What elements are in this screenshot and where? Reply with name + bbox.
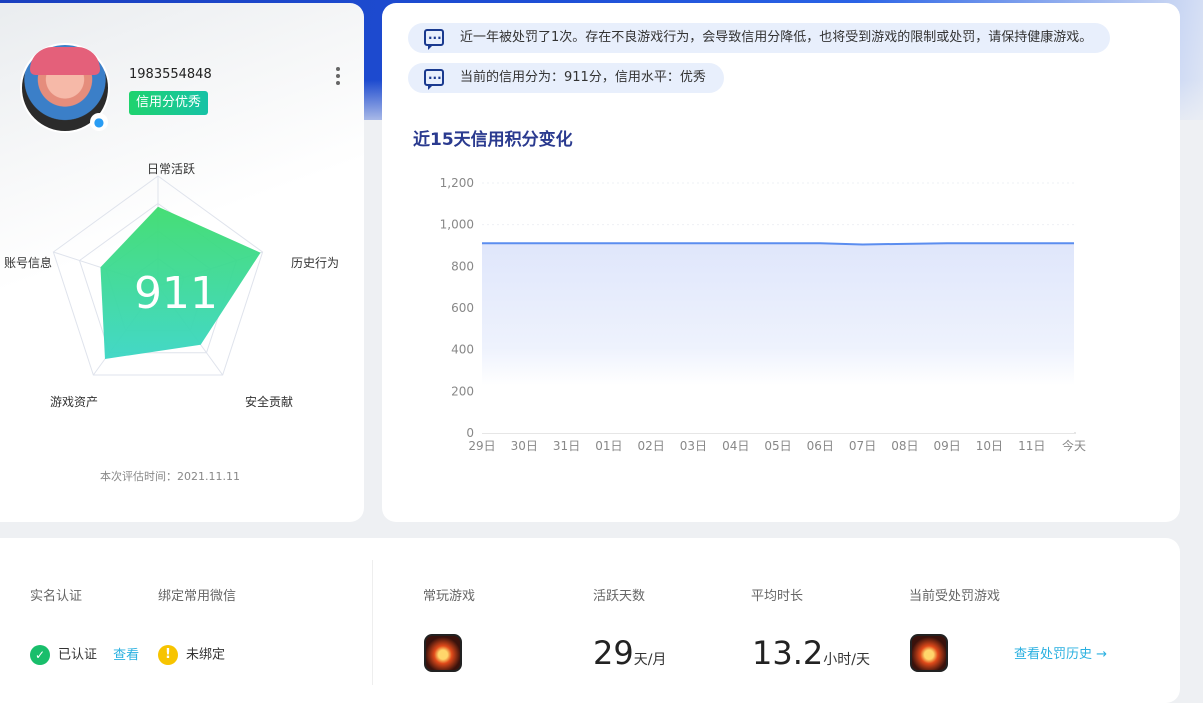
x-tick-label: 今天 [1062,438,1086,453]
x-tick-label: 10日 [976,439,1003,453]
credit-score: 911 [134,268,218,319]
message-icon [424,23,444,53]
frequent-game-icon[interactable] [424,634,462,672]
avg-time-unit: 小时/天 [823,652,870,668]
active-days-unit: 天/月 [633,652,667,668]
x-tick-label: 01日 [595,439,622,453]
user-id: 1983554848 [129,67,212,82]
section-divider [372,560,373,685]
radar-label-security: 安全贡献 [245,395,294,409]
radar-label-daily: 日常活跃 [147,162,196,176]
y-tick-label: 600 [451,301,474,315]
y-tick-label: 200 [451,384,474,398]
area-fill [482,243,1074,433]
avg-time-number: 13.2 [752,634,824,672]
x-tick-label: 02日 [638,439,665,453]
y-tick-label: 400 [451,343,474,357]
wechat-label: 绑定常用微信 [158,589,237,604]
current-score-notice-text: 当前的信用分为：911分，信用水平：优秀 [460,70,706,85]
realname-label: 实名认证 [30,589,83,604]
punished-game-label: 当前受处罚游戏 [909,589,1001,604]
unbound-text: 未绑定 [186,647,226,663]
y-tick-label: 800 [451,259,474,273]
avg-time-label: 平均时长 [751,589,804,604]
punished-game-icon[interactable] [910,634,948,672]
summary-card: 实名认证 绑定常用微信 ✓ 已认证 查看 ! 未绑定 常玩游戏 活跃天数 平均时长 … [0,538,1180,703]
x-tick-label: 08日 [891,439,918,453]
penalty-notice-text: 近一年被处罚了1次。存在不良游戏行为，会导致信用分降低，也将受到游戏的限制或处罚… [460,30,1093,45]
x-tick-label: 30日 [511,439,538,453]
frequent-game-label: 常玩游戏 [423,589,476,604]
x-tick-label: 09日 [934,439,961,453]
active-days-number: 29 [593,634,634,672]
evaluation-time: 本次评估时间：2021.11.11 [100,470,240,483]
x-tick-label: 31日 [553,439,580,453]
radar-label-account: 账号信息 [4,256,53,270]
penalty-notice: 近一年被处罚了1次。存在不良游戏行为，会导致信用分降低，也将受到游戏的限制或处罚… [408,23,1111,53]
y-tick-label: 0 [466,426,474,440]
credit-level-badge: 信用分优秀 [129,91,209,115]
credit-area-chart: 0 200 400 600 800 1,000 1,200 29日 30日 31日 01日 02日 03… [440,176,1086,453]
verified-text: 已认证 [58,647,98,663]
more-options-icon[interactable] [335,67,341,89]
penalty-history-link[interactable]: 查看处罚历史 → [1014,645,1107,665]
x-tick-label: 04日 [722,439,749,453]
radar-label-history: 历史行为 [291,256,340,270]
y-tick-label: 1,000 [440,218,474,232]
x-tick-label: 29日 [468,439,495,453]
x-tick-label: 05日 [764,439,791,453]
current-score-notice: 当前的信用分为：911分，信用水平：优秀 [408,63,724,93]
x-tick-label: 07日 [849,439,876,453]
active-days-label: 活跃天数 [593,589,646,604]
warning-icon: ! [158,645,178,665]
check-circle-icon: ✓ [30,645,50,665]
active-days-value: 29天/月 [593,634,666,672]
chart-title: 近15天信用积分变化 [413,130,573,150]
radar-label-assets: 游戏资产 [50,395,99,409]
credit-trend-card: 近一年被处罚了1次。存在不良游戏行为，会导致信用分降低，也将受到游戏的限制或处罚… [382,3,1180,522]
avg-time-value: 13.2小时/天 [752,634,870,672]
wechat-status: ! 未绑定 [158,645,225,665]
avatar-hat-decoration [30,47,100,75]
qq-icon: ● [90,113,108,131]
y-tick-label: 1,200 [440,176,474,190]
view-realname-link[interactable]: 查看 [113,648,139,663]
x-tick-label: 03日 [680,439,707,453]
x-tick-label: 11日 [1018,439,1045,453]
x-tick-label: 06日 [807,439,834,453]
message-icon [424,63,444,93]
profile-card: ● 1983554848 信用分优秀 日常活跃 历史行为 安全贡献 游戏资产 账… [0,3,364,522]
realname-status: ✓ 已认证 查看 [30,645,139,665]
